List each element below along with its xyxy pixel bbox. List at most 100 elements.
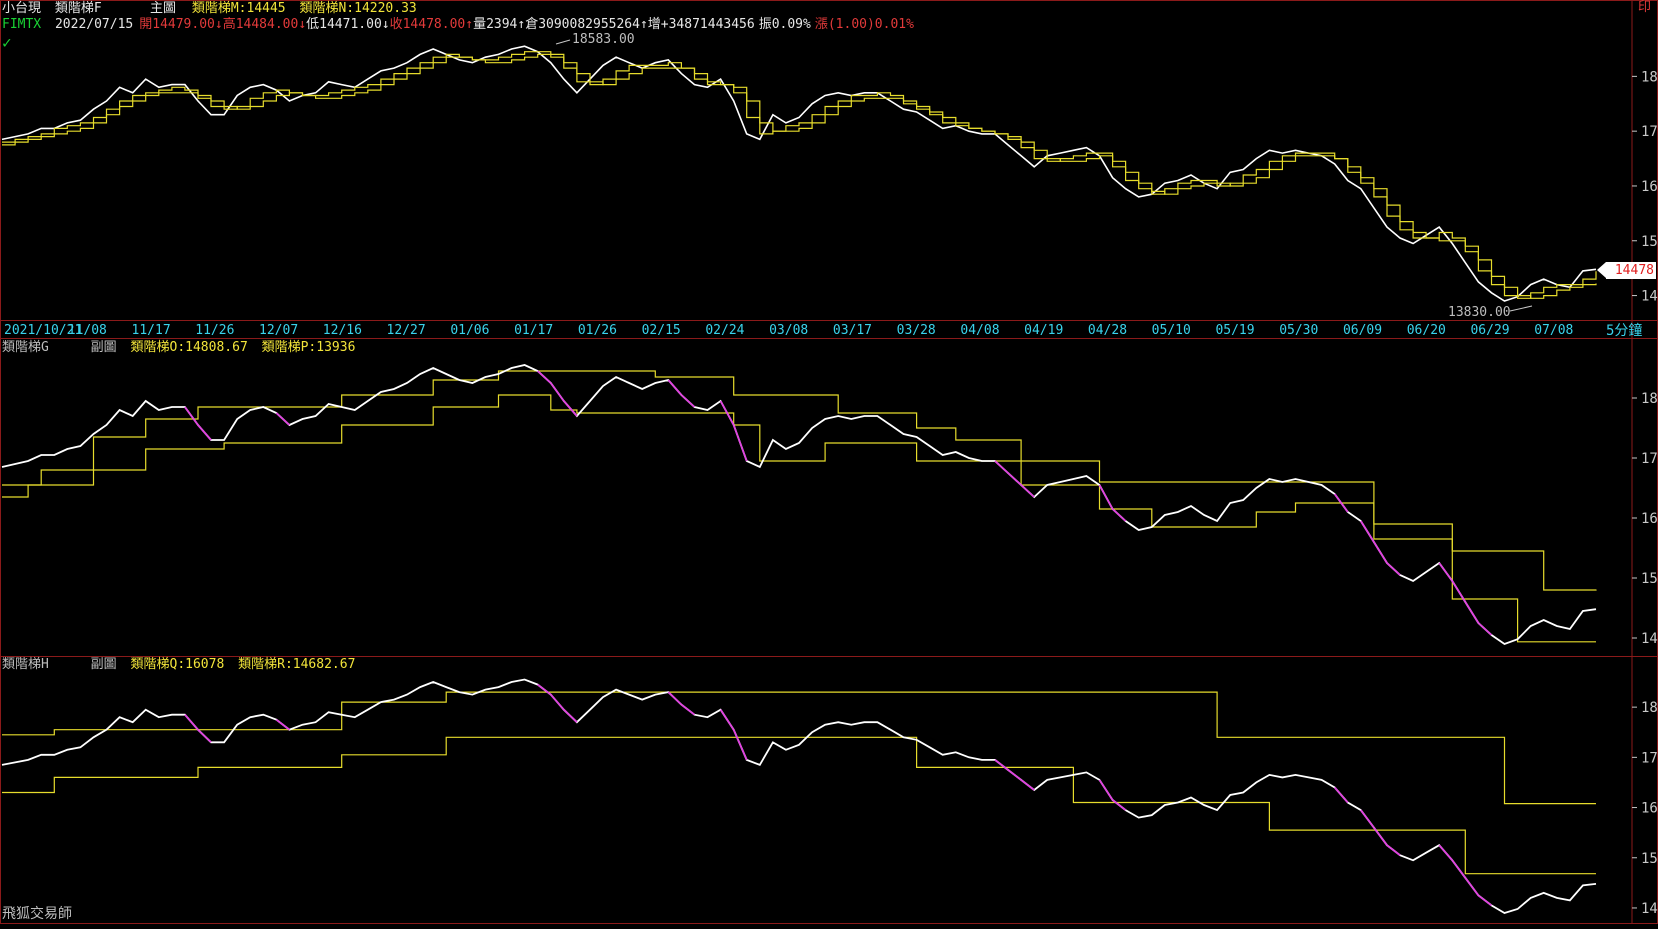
panel3-series-r: 類階梯R:14682.67 [238,657,356,672]
open-interest-value: 倉3090082955264 [525,17,640,32]
y-tick-label: 16000 [1641,179,1658,195]
price-drop-segment [1386,562,1401,576]
check-icon[interactable]: ✓ [2,35,12,51]
open-value: 開14479.00 [139,17,215,32]
low-value: 低14471.00 [306,17,382,32]
timeframe-label[interactable]: 5分鐘 [1606,323,1642,339]
y-tick-label: 18000 [1641,700,1658,716]
price-drop-segment [1098,779,1114,801]
y-tick-label: 18000 [1641,391,1658,407]
x-tick-label: 11/17 [132,323,171,338]
y-tick-label: 15000 [1641,851,1658,867]
price-drop-segment [550,694,565,711]
x-tick-label: 03/08 [769,323,808,338]
amplitude-value: 振0.09% [758,17,811,32]
y-tick-label: 18000 [1641,69,1658,85]
x-tick-label: 12/07 [259,323,298,338]
x-tick-label: 06/20 [1407,323,1446,338]
x-tick-label: 05/19 [1215,323,1254,338]
ladder-series-line [2,691,1596,805]
price-drop-segment [1111,508,1127,522]
panel2-title: 副圖 [90,340,117,355]
x-tick-label: 11/08 [68,323,107,338]
volume-value: 量2394 [473,17,518,32]
y-tick-label: 17000 [1641,451,1658,467]
ladder-series-line [2,370,1597,591]
arrow-up-icon: ↑ [639,17,648,32]
y-tick-label: 17000 [1641,124,1658,140]
price-drop-segment [680,703,696,716]
panel3-indicator[interactable]: 類階梯H [2,657,49,672]
panel3-header: 類階梯H 副圖 類階梯Q:16078 類階梯R:14682.67 [2,657,355,673]
x-tick-label: 03/17 [833,323,872,338]
x-tick-label: 12/16 [323,323,362,338]
price-drop-segment [537,683,552,696]
high-leader-line [555,39,571,45]
ladder-series-line [2,53,1597,299]
price-drop-segment [1112,799,1127,811]
x-tick-label: 04/19 [1024,323,1063,338]
price-drop-segment [1360,809,1375,829]
x-tick-label: 02/15 [642,323,681,338]
price-drop-segment [563,709,578,723]
low-annotation: 13830.00 [1448,305,1511,320]
main-legend: 主圖 類階梯M:14445 類階梯N:14220.33 [150,1,417,17]
y-tick-label: 16000 [1641,511,1658,527]
price-drop-segment [680,394,696,408]
price-drop-segment [1477,622,1493,636]
price-drop-segment [1464,601,1480,624]
high-value: 高14484.00 [222,17,299,32]
price-drop-segment [275,412,291,426]
chart-svg: 18000 17000 16000 15000 14000 18000 17000 16000… [0,0,1658,924]
price-drop-segment [184,406,199,426]
ladder-series-line [2,51,1597,299]
symbol-code[interactable]: FIMTX [2,17,41,32]
x-tick-label: 05/30 [1279,323,1318,338]
x-tick-label: 04/08 [960,323,999,338]
x-tick-label: 11/26 [195,323,234,338]
price-drop-segment [537,370,552,384]
price-drop-segment [667,691,683,706]
x-tick-label: 02/24 [705,323,744,338]
x-tick-label: 01/17 [514,323,553,338]
y-tick-label: 17000 [1641,750,1658,766]
main-indicator-name[interactable]: 類階梯F [55,1,102,16]
price-drop-segment [994,460,1009,474]
price-drop-segment [1334,786,1349,804]
x-tick-label: 04/28 [1088,323,1127,338]
panel3-title: 副圖 [90,657,117,672]
high-annotation: 18583.00 [572,32,635,47]
main-series-m: 類階梯M:14445 [191,1,286,16]
price-drop-segment [1477,894,1493,907]
price-drop-segment [667,379,683,396]
price-drop-segment [1020,779,1035,791]
panel3-series-q: 類階梯Q:16078 [130,657,225,672]
price-drop-segment [1464,877,1480,896]
arrow-down-icon: ↓ [214,17,223,32]
price-series-line [1,678,1597,914]
price-drop-segment [1360,520,1375,543]
x-tick-label: 07/08 [1534,323,1573,338]
footer-brand: 飛狐交易師 [2,906,72,922]
increase-value: 增+34871443456 [647,17,755,32]
price-drop-segment [550,382,565,402]
price-drop-segment [1386,844,1401,856]
price-series-line [1,45,1597,302]
price-drop-segment [1373,541,1388,564]
y-tick-label: 14000 [1641,289,1658,305]
price-drop-segment [563,400,578,417]
chart-window: 18000 17000 16000 15000 14000 18000 17000 16000… [0,0,1658,925]
price-drop-segment [1020,484,1035,498]
x-tick-label: 12/27 [387,323,426,338]
y-tick-label: 14000 [1641,631,1658,647]
y-tick-label: 15000 [1641,571,1658,587]
panel2-indicator[interactable]: 類階梯G [2,340,49,355]
print-icon[interactable]: 印 [1638,0,1651,16]
close-value: 收14478.00 [389,17,466,32]
price-drop-segment [719,709,735,731]
low-leader-line [1509,305,1533,312]
last-price-badge: 14478 [1597,262,1656,279]
header-row-2: FIMTX 2022/07/15 開14479.00↓高14484.00↓低144… [2,17,914,33]
panel2-series-o: 類階梯O:14808.67 [130,340,248,355]
price-drop-segment [1451,859,1467,879]
